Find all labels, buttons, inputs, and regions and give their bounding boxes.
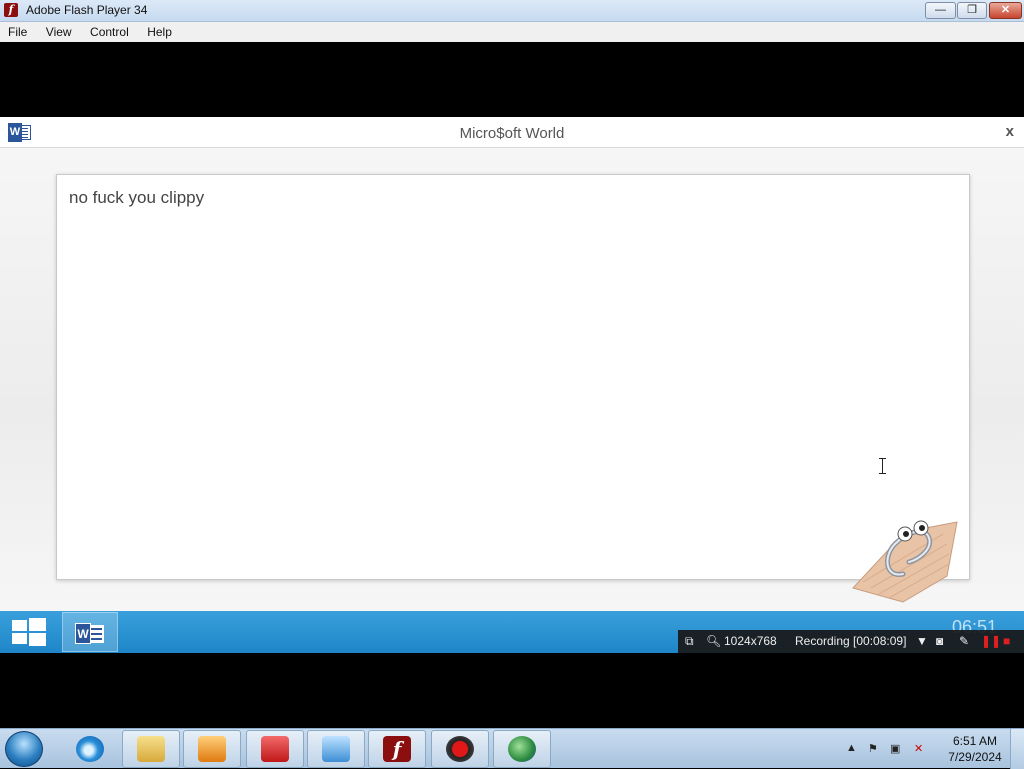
- network-icon[interactable]: ▣: [890, 742, 904, 755]
- recording-status: Recording [00:08:09]: [795, 634, 907, 648]
- taskbar-word-button[interactable]: W: [62, 612, 118, 652]
- media-player-icon: [198, 736, 226, 762]
- minimize-button[interactable]: —: [925, 2, 956, 19]
- title-bar: f Adobe Flash Player 34 — ❐ ✕: [0, 0, 1024, 22]
- taskbar-media[interactable]: [183, 730, 241, 768]
- gns3-icon: [261, 736, 289, 762]
- recorder-icon: [446, 736, 474, 762]
- file-explorer-icon: [137, 736, 165, 762]
- menu-help[interactable]: Help: [147, 22, 172, 39]
- action-center-flag-icon[interactable]: ⚑: [868, 742, 882, 755]
- taskbar-flash[interactable]: f: [368, 730, 426, 768]
- show-desktop-button[interactable]: [1010, 729, 1024, 769]
- taskbar-recorder[interactable]: [431, 730, 489, 768]
- show-hidden-icons-icon[interactable]: ▲: [846, 742, 860, 754]
- network-globe-icon: [508, 736, 536, 762]
- menu-bar: File View Control Help: [0, 22, 1024, 42]
- word-icon: W: [75, 623, 91, 644]
- taskbar-explorer[interactable]: [122, 730, 180, 768]
- menu-view[interactable]: View: [46, 22, 72, 39]
- dropdown-icon[interactable]: ▼: [916, 634, 928, 648]
- clock-time: 6:51 AM: [952, 734, 998, 748]
- app-header: W Micro$oft World x: [0, 117, 1024, 148]
- app-close-button[interactable]: x: [1006, 123, 1014, 140]
- flash-icon: f: [4, 3, 18, 17]
- document-area[interactable]: no fuck you clippy: [56, 174, 970, 580]
- flash-player-icon: f: [383, 736, 411, 762]
- stop-icon[interactable]: ■: [1003, 634, 1010, 648]
- text-cursor-icon: [879, 458, 887, 474]
- clock[interactable]: 6:51 AM 7/29/2024: [942, 733, 1008, 765]
- taskbar-network[interactable]: [493, 730, 551, 768]
- control-panel-icon: [322, 736, 350, 762]
- document-text[interactable]: no fuck you clippy: [69, 188, 204, 208]
- taskbar-control-panel[interactable]: [307, 730, 365, 768]
- taskbar: f ▲ ⚑ ▣ ✕ 6:51 AM 7/29/2024: [0, 728, 1024, 769]
- recorder-toolbar: ⧉ 🔍︎ 1024x768 Recording [00:08:09] ▼ ◙ ✎…: [678, 630, 1024, 653]
- menu-control[interactable]: Control: [90, 22, 129, 39]
- camera-icon[interactable]: ◙: [936, 634, 943, 648]
- zoom-icon[interactable]: 🔍︎: [706, 634, 721, 648]
- maximize-button[interactable]: ❐: [957, 2, 987, 19]
- start-orb-icon[interactable]: [5, 731, 43, 767]
- taskbar-ie[interactable]: [61, 730, 119, 768]
- window-title: Adobe Flash Player 34: [26, 3, 148, 17]
- region-icon[interactable]: ⧉: [685, 634, 694, 649]
- internet-explorer-icon: [76, 736, 104, 762]
- windows-start-icon[interactable]: [10, 617, 48, 647]
- clippy-icon[interactable]: [845, 504, 960, 604]
- menu-file[interactable]: File: [8, 22, 27, 39]
- pause-icon[interactable]: ❚❚: [981, 634, 1001, 648]
- word-app: W Micro$oft World x no fuck you clippy: [0, 117, 1024, 611]
- volume-muted-icon[interactable]: ✕: [914, 742, 928, 755]
- app-title: Micro$oft World: [459, 125, 565, 142]
- resolution-label: 1024x768: [724, 634, 777, 648]
- close-button[interactable]: ✕: [989, 2, 1022, 19]
- clock-date: 7/29/2024: [948, 750, 1002, 764]
- flash-stage: W Micro$oft World x no fuck you clippy W…: [0, 42, 1024, 653]
- taskbar-gns3[interactable]: [246, 730, 304, 768]
- pen-icon[interactable]: ✎: [959, 634, 969, 648]
